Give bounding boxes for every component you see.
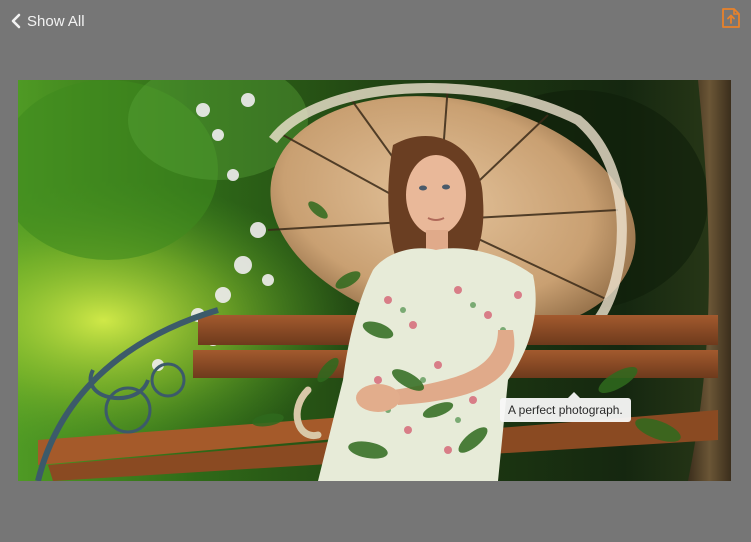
show-all-button[interactable]: Show All <box>10 10 85 32</box>
show-all-label: Show All <box>27 12 85 30</box>
chevron-left-icon <box>11 13 21 29</box>
photo[interactable]: A perfect photograph. <box>18 80 731 481</box>
photo-caption: A perfect photograph. <box>500 392 631 422</box>
share-button[interactable] <box>720 6 742 30</box>
photo-viewer: Show All A perfect photograph. <box>0 0 751 542</box>
share-icon <box>722 8 740 28</box>
bottom-area <box>0 481 751 542</box>
top-bar: Show All <box>0 0 751 40</box>
